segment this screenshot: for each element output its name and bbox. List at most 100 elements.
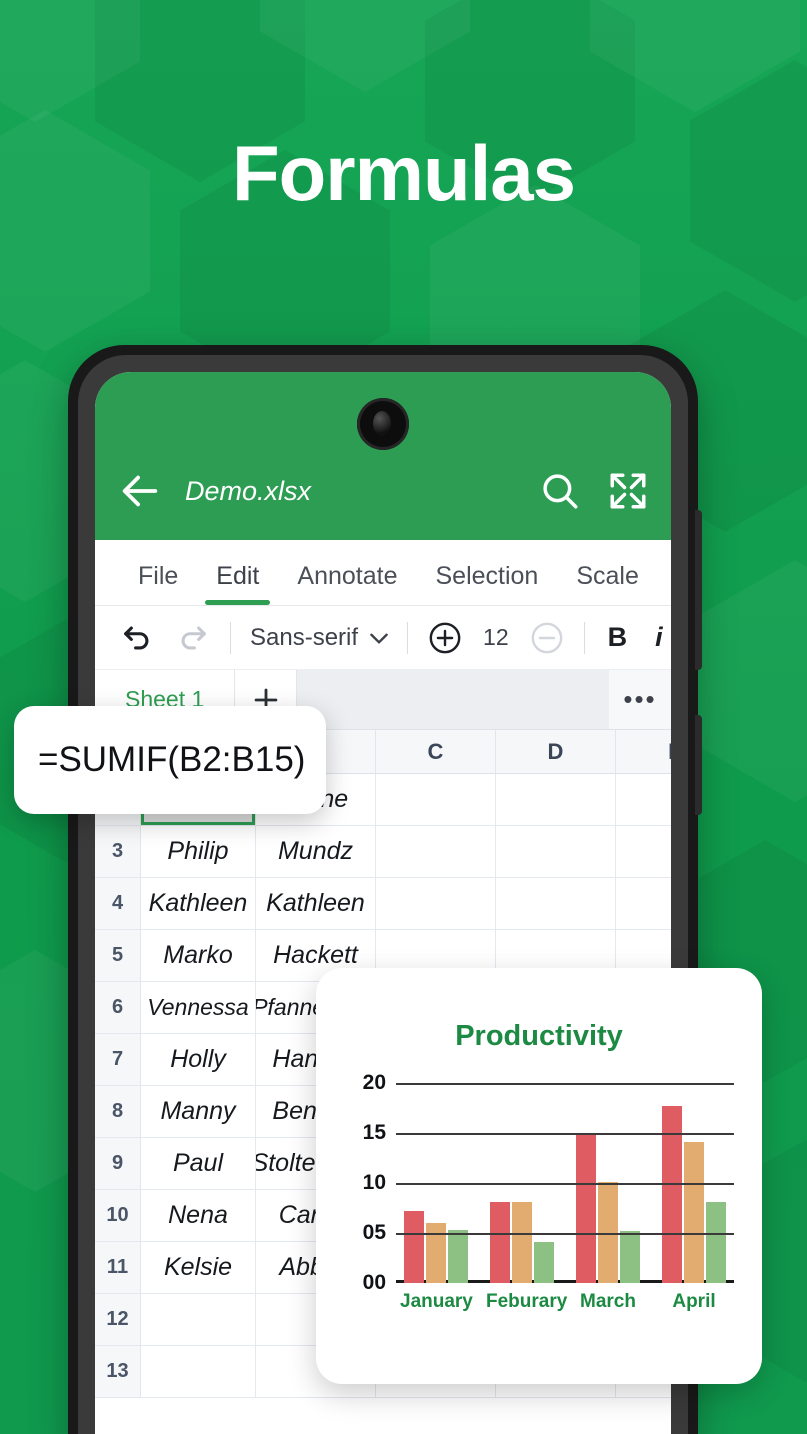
cell-a6[interactable]: Vennessa: [141, 982, 256, 1033]
power-button[interactable]: [695, 715, 702, 815]
row-header[interactable]: 13: [95, 1346, 141, 1397]
volume-button[interactable]: [695, 510, 702, 670]
cell-d4[interactable]: [496, 878, 616, 929]
chart-x-labels: January Feburary March April: [396, 1291, 734, 1313]
cell-e4[interactable]: [616, 878, 671, 929]
cell-b3[interactable]: Mundz: [256, 826, 376, 877]
tab-edit[interactable]: Edit: [197, 562, 278, 605]
table-row[interactable]: 3 Philip Mundz: [95, 826, 671, 878]
plus-circle-icon[interactable]: [428, 621, 462, 655]
row-header[interactable]: 11: [95, 1242, 141, 1293]
tab-freeze[interactable]: Fre: [658, 562, 671, 605]
cell-c4[interactable]: [376, 878, 496, 929]
tab-selection[interactable]: Selection: [416, 562, 557, 605]
table-row[interactable]: 4 Kathleen Kathleen: [95, 878, 671, 930]
chart-y-tick: 00: [362, 1271, 386, 1294]
chart-bar: [512, 1202, 532, 1283]
search-icon[interactable]: [539, 470, 581, 512]
chart-bar: [706, 1202, 726, 1283]
chart-plot-area: [396, 1083, 734, 1283]
row-header[interactable]: 4: [95, 878, 141, 929]
row-header[interactable]: 3: [95, 826, 141, 877]
cell-a7[interactable]: Holly: [141, 1034, 256, 1085]
arrow-left-icon[interactable]: [117, 468, 163, 514]
cell-a13[interactable]: [141, 1346, 256, 1397]
format-toolbar[interactable]: Sans-serif 12 B i: [95, 606, 671, 670]
cell-a3[interactable]: Philip: [141, 826, 256, 877]
chart-gridline: [396, 1183, 734, 1185]
sheet-bar-spacer: [297, 670, 609, 729]
chart-y-tick: 10: [362, 1171, 386, 1194]
cell-a9[interactable]: Paul: [141, 1138, 256, 1189]
chart-body: 00 05 10 15 20 January Feburary March April: [344, 1071, 734, 1315]
minus-circle-icon[interactable]: [530, 621, 564, 655]
chart-x-label: Feburary: [486, 1291, 568, 1312]
cell-e3[interactable]: [616, 826, 671, 877]
cell-d2[interactable]: [496, 774, 616, 825]
chart-gridline: [396, 1133, 734, 1135]
cell-a11[interactable]: Kelsie: [141, 1242, 256, 1293]
chart-bar: [534, 1242, 554, 1283]
column-header-c[interactable]: C: [376, 730, 496, 773]
redo-icon[interactable]: [176, 621, 210, 655]
chart-bar: [620, 1231, 640, 1283]
cell-b4[interactable]: Kathleen: [256, 878, 376, 929]
chart-bar-group: [400, 1211, 472, 1283]
chart-card: Productivity 00 05 10 15 20 January Feburary M…: [316, 968, 762, 1384]
undo-icon[interactable]: [120, 621, 154, 655]
cell-c3[interactable]: [376, 826, 496, 877]
chart-y-tick: 05: [362, 1221, 386, 1244]
font-name-label[interactable]: Sans-serif: [250, 624, 358, 652]
row-header[interactable]: 8: [95, 1086, 141, 1137]
hexagon-shape: [690, 560, 807, 802]
row-header[interactable]: 5: [95, 930, 141, 981]
font-size-value[interactable]: 12: [483, 624, 509, 651]
chart-gridline: [396, 1083, 734, 1085]
cell-a10[interactable]: Nena: [141, 1190, 256, 1241]
italic-button[interactable]: i: [655, 622, 663, 653]
chart-x-label: March: [580, 1291, 636, 1312]
cell-e2[interactable]: [616, 774, 671, 825]
tab-annotate[interactable]: Annotate: [278, 562, 416, 605]
tab-file[interactable]: File: [119, 562, 197, 605]
chart-bar: [684, 1142, 704, 1283]
cell-d3[interactable]: [496, 826, 616, 877]
chart-y-tick: 20: [362, 1071, 386, 1094]
chevron-down-icon[interactable]: [366, 625, 392, 651]
cell-a4[interactable]: Kathleen: [141, 878, 256, 929]
chart-bar-group: [572, 1133, 644, 1283]
document-title: Demo.xlsx: [185, 475, 312, 506]
cell-a5[interactable]: Marko: [141, 930, 256, 981]
chart-y-tick: 15: [362, 1121, 386, 1144]
chart-bar: [576, 1133, 596, 1283]
page-title: Formulas: [231, 129, 576, 217]
chart-bar-group: [486, 1202, 558, 1283]
chart-title: Productivity: [455, 1020, 623, 1052]
column-header-e[interactable]: E: [616, 730, 671, 773]
row-header[interactable]: 6: [95, 982, 141, 1033]
chart-y-axis: 00 05 10 15 20: [344, 1071, 392, 1294]
chart-x-label: January: [400, 1291, 473, 1312]
toolbar-divider: [230, 621, 231, 654]
formula-text: =SUMIF(B2:B15): [38, 740, 306, 779]
row-header[interactable]: 7: [95, 1034, 141, 1085]
chart-bar: [448, 1230, 468, 1283]
cell-a12[interactable]: [141, 1294, 256, 1345]
row-header[interactable]: 10: [95, 1190, 141, 1241]
chart-bar: [426, 1223, 446, 1283]
toolbar-divider: [583, 621, 585, 654]
cell-a8[interactable]: Manny: [141, 1086, 256, 1137]
ribbon-tabs[interactable]: File Edit Annotate Selection Scale Fre: [95, 540, 671, 606]
sheet-more-button[interactable]: •••: [609, 670, 671, 729]
row-header[interactable]: 9: [95, 1138, 141, 1189]
toolbar-divider: [407, 621, 409, 654]
cell-c2[interactable]: [376, 774, 496, 825]
app-bar: Demo.xlsx: [95, 372, 671, 540]
bold-button[interactable]: B: [608, 622, 628, 653]
row-header[interactable]: 12: [95, 1294, 141, 1345]
column-header-d[interactable]: D: [496, 730, 616, 773]
chart-gridline: [396, 1233, 734, 1235]
fullscreen-expand-icon[interactable]: [607, 470, 649, 512]
formula-callout-card: =SUMIF(B2:B15): [14, 706, 326, 814]
tab-scale[interactable]: Scale: [557, 562, 658, 605]
